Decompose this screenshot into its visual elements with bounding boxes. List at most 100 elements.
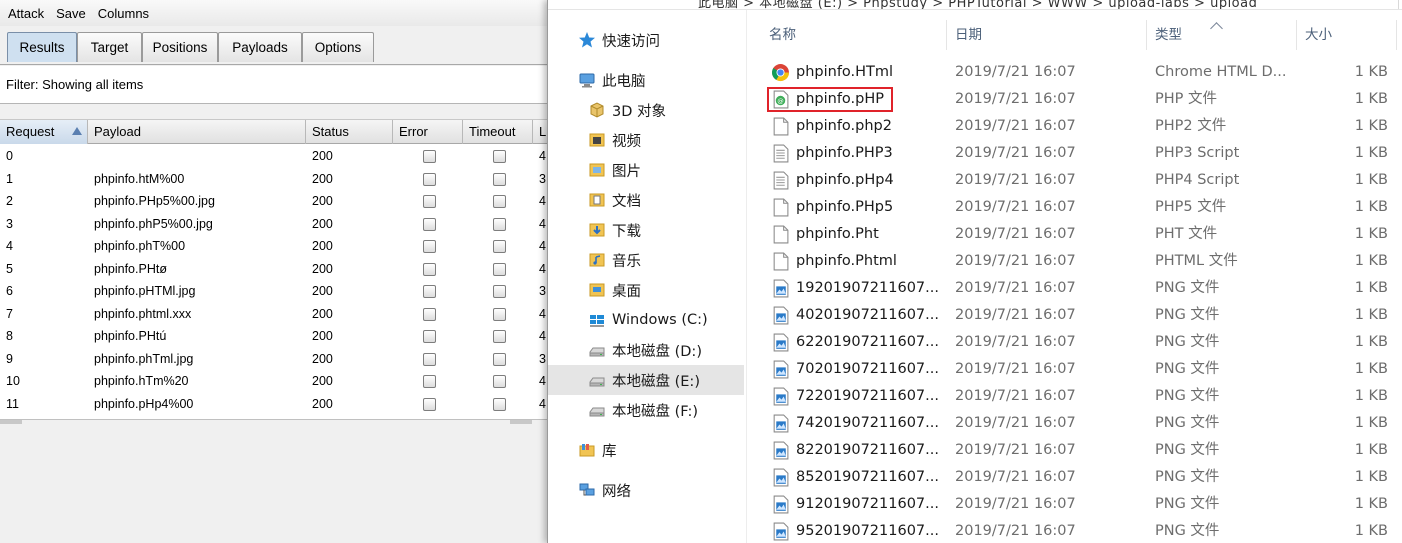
timeout-checkbox[interactable] (493, 375, 506, 388)
scrollbar-left[interactable] (0, 420, 22, 424)
file-row[interactable]: 70201907211607... 2019/7/21 16:07 PNG 文件 1 … (747, 356, 1402, 383)
table-row[interactable]: 4 phpinfo.phT%00 200 4 (0, 235, 547, 258)
timeout-checkbox[interactable] (493, 240, 506, 253)
table-row[interactable]: 10 phpinfo.hTm%20 200 4 (0, 370, 547, 393)
column-header-type[interactable]: 类型 (1147, 20, 1297, 50)
nav-item[interactable]: 本地磁盘 (D:) (548, 335, 744, 365)
file-row[interactable]: 62201907211607... 2019/7/21 16:07 PNG 文件 1 … (747, 329, 1402, 356)
menu-save[interactable]: Save (55, 6, 87, 21)
file-row[interactable]: 74201907211607... 2019/7/21 16:07 PNG 文件 1 … (747, 410, 1402, 437)
file-row[interactable]: phpinfo.php2 2019/7/21 16:07 PHP2 文件 1 KB (747, 113, 1402, 140)
nav-item[interactable]: 桌面 (548, 275, 744, 305)
request-number: 11 (6, 396, 19, 411)
nav-item[interactable]: 音乐 (548, 245, 744, 275)
file-row[interactable]: phpinfo.PHp5 2019/7/21 16:07 PHP5 文件 1 KB (747, 194, 1402, 221)
file-row[interactable]: 91201907211607... 2019/7/21 16:07 PNG 文件 1 … (747, 491, 1402, 518)
table-row[interactable]: 2 phpinfo.PHp5%00.jpg 200 4 (0, 190, 547, 213)
error-checkbox[interactable] (423, 240, 436, 253)
tab-positions[interactable]: Positions (142, 32, 218, 62)
error-checkbox[interactable] (423, 150, 436, 163)
column-header-timeout[interactable]: Timeout (463, 120, 533, 144)
nav-item[interactable]: 本地磁盘 (E:) (548, 365, 744, 395)
nav-item[interactable]: 文档 (548, 185, 744, 215)
error-checkbox[interactable] (423, 375, 436, 388)
error-checkbox[interactable] (423, 352, 436, 366)
file-row[interactable]: phpinfo.Phtml 2019/7/21 16:07 PHTML 文件 1 KB (747, 248, 1402, 275)
tab-results[interactable]: Results (7, 32, 77, 62)
column-header-status[interactable]: Status (306, 120, 393, 144)
file-row[interactable]: 95201907211607... 2019/7/21 16:07 PNG 文件 1 … (747, 518, 1402, 543)
column-header-request[interactable]: Request (0, 120, 88, 144)
file-row[interactable]: 40201907211607... 2019/7/21 16:07 PNG 文件 1 … (747, 302, 1402, 329)
scrollbar-right[interactable] (510, 420, 532, 424)
timeout-checkbox[interactable] (493, 307, 506, 321)
breadcrumb[interactable]: 此电脑 > 本地磁盘 (E:) > Phpstudy > PHPTutorial… (698, 0, 1257, 9)
error-checkbox[interactable] (423, 217, 436, 231)
file-size: 1 KB (1354, 253, 1388, 269)
column-header-error[interactable]: Error (393, 120, 463, 144)
nav-item[interactable]: 库 (548, 435, 744, 465)
table-row[interactable]: 7 phpinfo.phtml.xxx 200 4 (0, 303, 547, 326)
timeout-checkbox[interactable] (493, 195, 506, 208)
menu-attack[interactable]: Attack (7, 6, 45, 21)
library-icon (578, 441, 596, 459)
error-checkbox[interactable] (423, 285, 436, 298)
table-row[interactable]: 8 phpinfo.PHtú 200 4 (0, 325, 547, 348)
timeout-checkbox[interactable] (493, 150, 506, 163)
length-value: 4 (539, 306, 546, 321)
file-size: 1 KB (1354, 388, 1388, 404)
nav-item[interactable]: 快速访问 (548, 25, 744, 55)
nav-item[interactable]: 下载 (548, 215, 744, 245)
file-row[interactable]: 19201907211607... 2019/7/21 16:07 PNG 文件 1 … (747, 275, 1402, 302)
nav-item[interactable]: 3D 对象 (548, 95, 744, 125)
table-row[interactable]: 6 phpinfo.pHTMl.jpg 200 3 (0, 280, 547, 303)
search-box[interactable] (1398, 0, 1402, 9)
status-code: 200 (312, 261, 333, 276)
file-row[interactable]: 85201907211607... 2019/7/21 16:07 PNG 文件 1 … (747, 464, 1402, 491)
file-row[interactable]: phpinfo.pHp4 2019/7/21 16:07 PHP4 Script 1 … (747, 167, 1402, 194)
column-header-name[interactable]: 名称 (747, 20, 947, 50)
error-checkbox[interactable] (423, 172, 436, 186)
nav-item[interactable]: 视频 (548, 125, 744, 155)
nav-item[interactable]: 图片 (548, 155, 744, 185)
table-row[interactable]: 1 phpinfo.htM%00 200 3 (0, 168, 547, 191)
file-row[interactable]: 82201907211607... 2019/7/21 16:07 PNG 文件 1 … (747, 437, 1402, 464)
file-row[interactable]: phpinfo.PHP3 2019/7/21 16:07 PHP3 Script 1 … (747, 140, 1402, 167)
table-row[interactable]: 5 phpinfo.PHtø 200 4 (0, 258, 547, 281)
nav-item[interactable]: Windows (C:) (548, 305, 744, 335)
error-checkbox[interactable] (423, 307, 436, 321)
column-header-date[interactable]: 日期 (947, 20, 1147, 50)
tab-target[interactable]: Target (77, 32, 142, 62)
nav-item[interactable]: 本地磁盘 (F:) (548, 395, 744, 425)
table-row[interactable]: 11 phpinfo.pHp4%00 200 4 (0, 393, 547, 416)
column-header-payload[interactable]: Payload (88, 120, 306, 144)
timeout-checkbox[interactable] (493, 397, 506, 411)
timeout-checkbox[interactable] (493, 262, 506, 276)
table-row[interactable]: 3 phpinfo.phP5%00.jpg 200 4 (0, 213, 547, 236)
timeout-checkbox[interactable] (493, 352, 506, 366)
timeout-checkbox[interactable] (493, 172, 506, 186)
tab-payloads[interactable]: Payloads (218, 32, 302, 62)
column-header-length[interactable]: L (533, 120, 547, 144)
table-row[interactable]: 0 200 4 (0, 145, 547, 168)
address-bar[interactable]: 此电脑 > 本地磁盘 (E:) > Phpstudy > PHPTutorial… (548, 0, 1402, 10)
table-row[interactable]: 9 phpinfo.phTml.jpg 200 3 (0, 348, 547, 371)
tab-options[interactable]: Options (302, 32, 374, 62)
error-checkbox[interactable] (423, 195, 436, 208)
results-table-header: Request Payload Status Error Timeout L (0, 119, 547, 144)
timeout-checkbox[interactable] (493, 330, 506, 343)
timeout-checkbox[interactable] (493, 217, 506, 231)
menu-columns[interactable]: Columns (97, 6, 150, 21)
file-row[interactable]: phpinfo.Pht 2019/7/21 16:07 PHT 文件 1 KB (747, 221, 1402, 248)
file-row[interactable]: 72201907211607... 2019/7/21 16:07 PNG 文件 1 … (747, 383, 1402, 410)
column-header-size[interactable]: 大小 (1297, 20, 1397, 50)
nav-item[interactable]: 此电脑 (548, 65, 744, 95)
nav-item[interactable]: 网络 (548, 475, 744, 505)
file-row[interactable]: phpinfo.HTml 2019/7/21 16:07 Chrome HTML D… (747, 59, 1402, 86)
filter-bar[interactable]: Filter: Showing all items (0, 66, 547, 104)
file-row[interactable]: @ phpinfo.pHP 2019/7/21 16:07 PHP 文件 1 KB (747, 86, 1402, 113)
error-checkbox[interactable] (423, 330, 436, 343)
error-checkbox[interactable] (423, 262, 436, 276)
error-checkbox[interactable] (423, 397, 436, 411)
timeout-checkbox[interactable] (493, 285, 506, 298)
